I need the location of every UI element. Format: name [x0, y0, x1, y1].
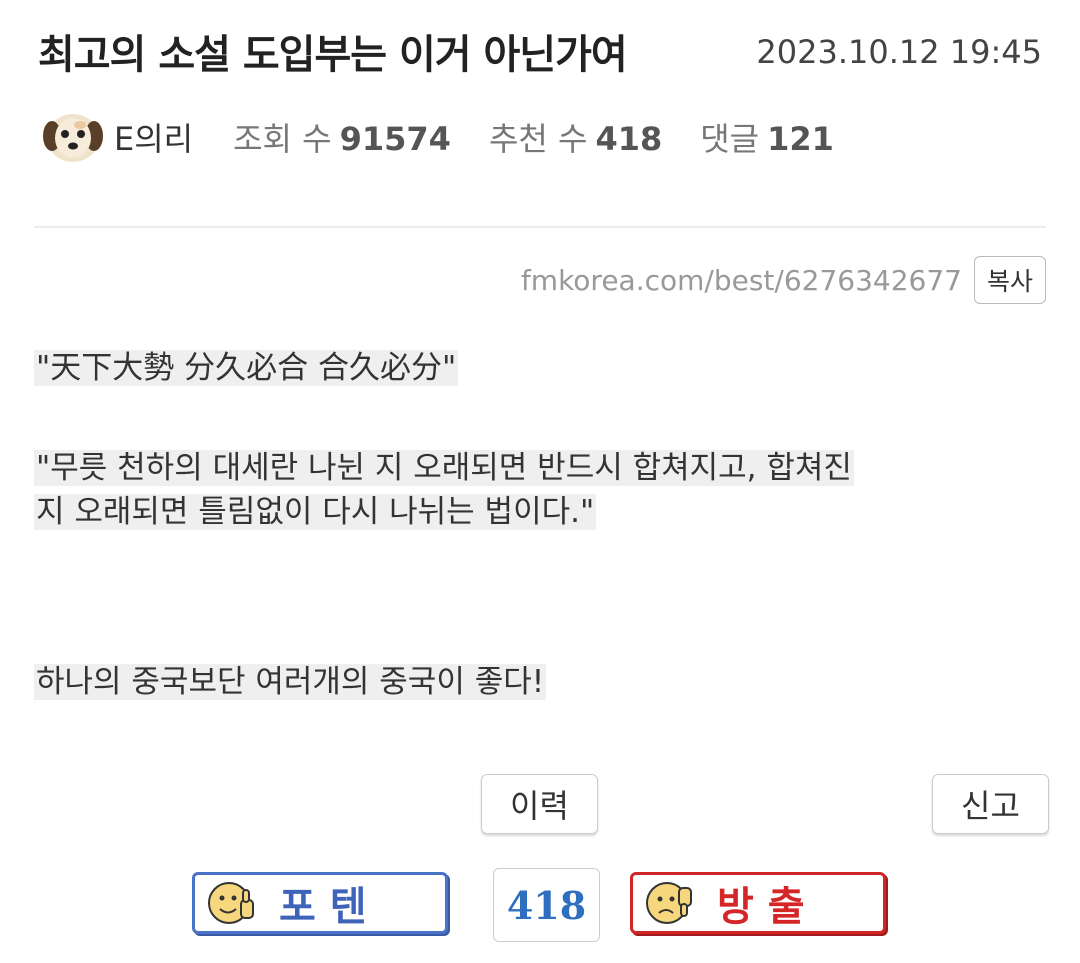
body-text-line: 하나의 중국보단 여러개의 중국이 좋다! — [34, 664, 547, 700]
body-text-line: "무릇 천하의 대세란 나뉜 지 오래되면 반드시 합쳐지고, 합쳐진 — [34, 450, 854, 486]
downvote-button[interactable]: 방출 — [630, 872, 886, 934]
upvote-label: 포텐 — [279, 884, 381, 930]
report-button[interactable]: 신고 — [932, 774, 1049, 834]
views-count: 91574 — [339, 120, 451, 158]
url-row: fmkorea.com/best/6276342677 복사 — [521, 256, 1046, 304]
history-button[interactable]: 이력 — [481, 774, 598, 834]
views-label: 조회 수 — [233, 120, 332, 158]
views-stat: 조회 수 91574 — [233, 114, 451, 160]
body-paragraph-1: "天下大勢 分久必合 合久必分" — [34, 346, 1044, 390]
downvote-label: 방출 — [717, 884, 819, 930]
body-paragraph-2: "무릇 천하의 대세란 나뉜 지 오래되면 반드시 합쳐지고, 합쳐진 지 오래… — [34, 446, 1044, 534]
body-text-line: 지 오래되면 틀림없이 다시 나뉘는 법이다." — [34, 494, 597, 530]
upvote-button[interactable]: 포텐 — [192, 872, 448, 934]
post-date: 2023.10.12 19:45 — [756, 33, 1042, 71]
thumbs-up-face-icon — [208, 882, 254, 924]
author-name[interactable]: E의리 — [114, 114, 193, 160]
body-paragraph-3: 하나의 중국보단 여러개의 중국이 좋다! — [34, 660, 1044, 704]
comments-label: 댓글 — [700, 120, 760, 158]
recommend-count: 418 — [595, 120, 663, 158]
post-meta: E의리 조회 수 91574 추천 수 418 댓글 121 — [40, 108, 872, 166]
post-title: 최고의 소설 도입부는 이거 아닌가여 — [38, 32, 628, 78]
header-divider — [34, 226, 1046, 228]
body-text-line: "天下大勢 分久必合 合久必分" — [34, 350, 459, 386]
comments-stat[interactable]: 댓글 121 — [700, 114, 834, 160]
recommend-label: 추천 수 — [488, 120, 588, 158]
copy-url-button[interactable]: 복사 — [973, 256, 1046, 304]
puppy-avatar-icon[interactable] — [40, 108, 106, 166]
comments-count: 121 — [767, 120, 834, 158]
recommend-stat: 추천 수 418 — [489, 114, 662, 160]
post-url[interactable]: fmkorea.com/best/6276342677 — [521, 264, 962, 297]
vote-count: 418 — [493, 868, 600, 942]
thumbs-down-face-icon — [646, 882, 692, 924]
